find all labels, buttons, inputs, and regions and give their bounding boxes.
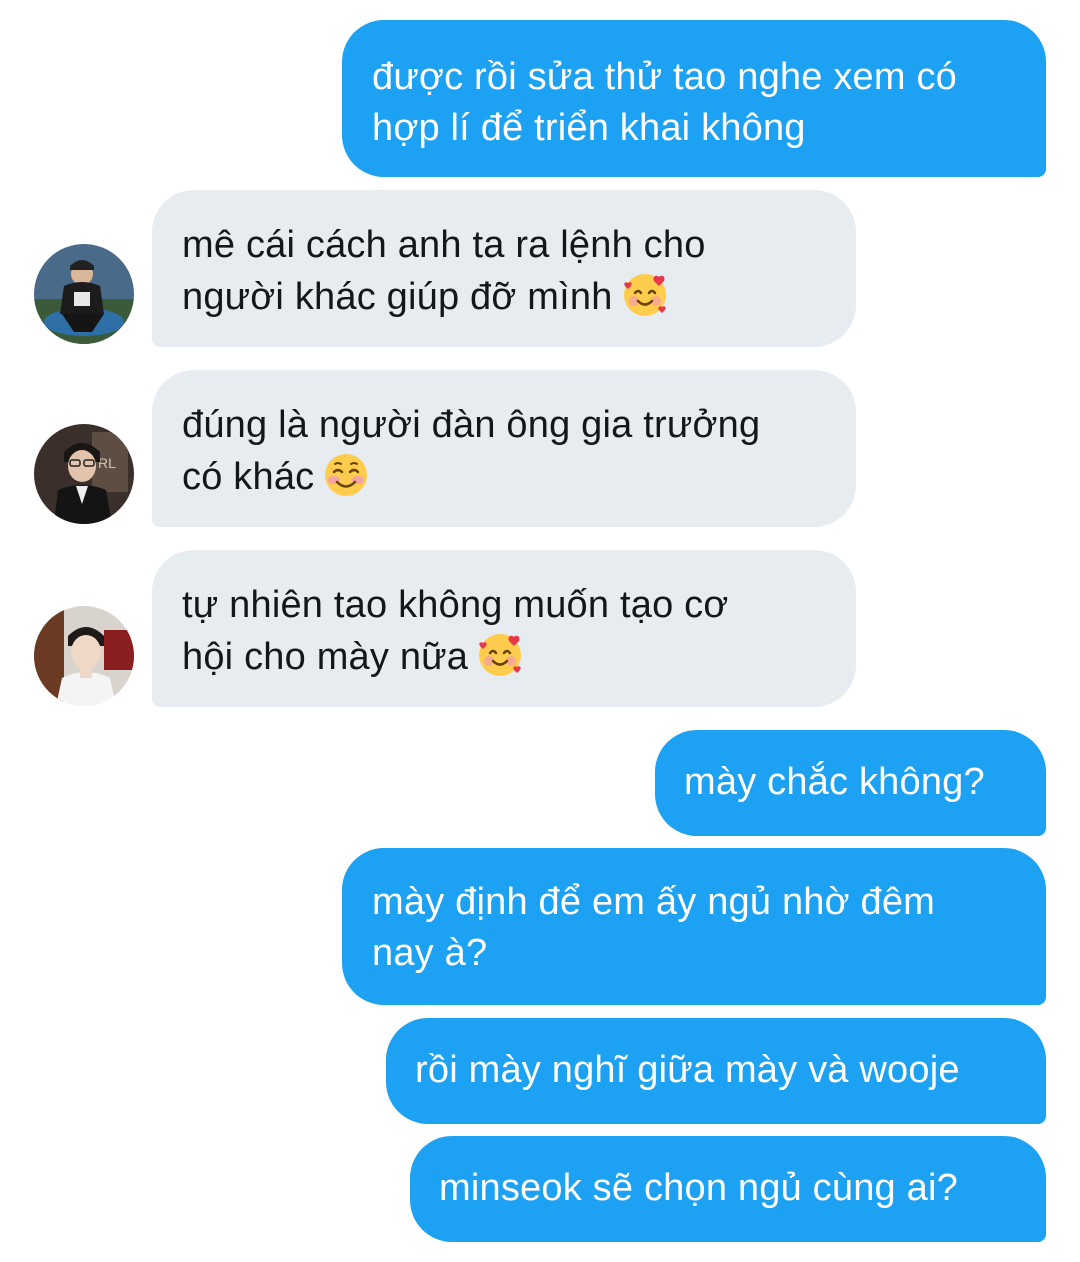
avatar[interactable]: RL — [34, 424, 134, 524]
message-bubble-outgoing[interactable]: mày định để em ấy ngủ nhờ đêm nay à? — [342, 848, 1046, 1005]
message-text: người khác giúp đỡ mình — [182, 276, 613, 318]
message-line: rồi mày nghĩ giữa mày và wooje — [415, 1049, 960, 1091]
message-bubble-incoming[interactable]: tự nhiên tao không muốn tạo cơ hội cho m… — [152, 550, 856, 707]
chat-thread: được rồi sửa thử tao nghe xem có hợp lí … — [0, 0, 1080, 1262]
message-line: mày định để em ấy ngủ nhờ đêm — [372, 881, 936, 923]
message-bubble-outgoing[interactable]: minseok sẽ chọn ngủ cùng ai? — [410, 1136, 1046, 1242]
message-line: mày chắc không? — [684, 761, 985, 803]
message-line: người khác giúp đỡ mình — [182, 271, 828, 323]
message-text: hội cho mày nữa — [182, 636, 469, 678]
smiling-face-blush-icon — [325, 454, 368, 496]
message-text: có khác — [182, 456, 315, 498]
avatar[interactable] — [34, 606, 134, 706]
message-bubble-outgoing[interactable]: mày chắc không? — [655, 730, 1046, 836]
smiling-face-with-hearts-icon — [623, 274, 666, 316]
message-line: mê cái cách anh ta ra lệnh cho — [182, 224, 706, 266]
message-line: có khác — [182, 451, 828, 503]
message-line: minseok sẽ chọn ngủ cùng ai? — [439, 1167, 958, 1209]
avatar[interactable] — [34, 244, 134, 344]
message-bubble-outgoing[interactable]: được rồi sửa thử tao nghe xem có hợp lí … — [342, 20, 1046, 177]
message-line: được rồi sửa thử tao nghe xem có — [372, 56, 958, 98]
message-line: hợp lí để triển khai không — [372, 107, 806, 149]
message-bubble-incoming[interactable]: đúng là người đàn ông gia trưởng có khác — [152, 370, 856, 527]
smiling-face-with-hearts-icon — [479, 634, 522, 676]
message-line: hội cho mày nữa — [182, 631, 828, 683]
message-line: tự nhiên tao không muốn tạo cơ — [182, 584, 729, 626]
message-line: nay à? — [372, 932, 488, 974]
message-bubble-incoming[interactable]: mê cái cách anh ta ra lệnh cho người khá… — [152, 190, 856, 347]
message-line: đúng là người đàn ông gia trưởng — [182, 404, 761, 446]
message-bubble-outgoing[interactable]: rồi mày nghĩ giữa mày và wooje — [386, 1018, 1046, 1124]
svg-text:RL: RL — [98, 455, 116, 471]
